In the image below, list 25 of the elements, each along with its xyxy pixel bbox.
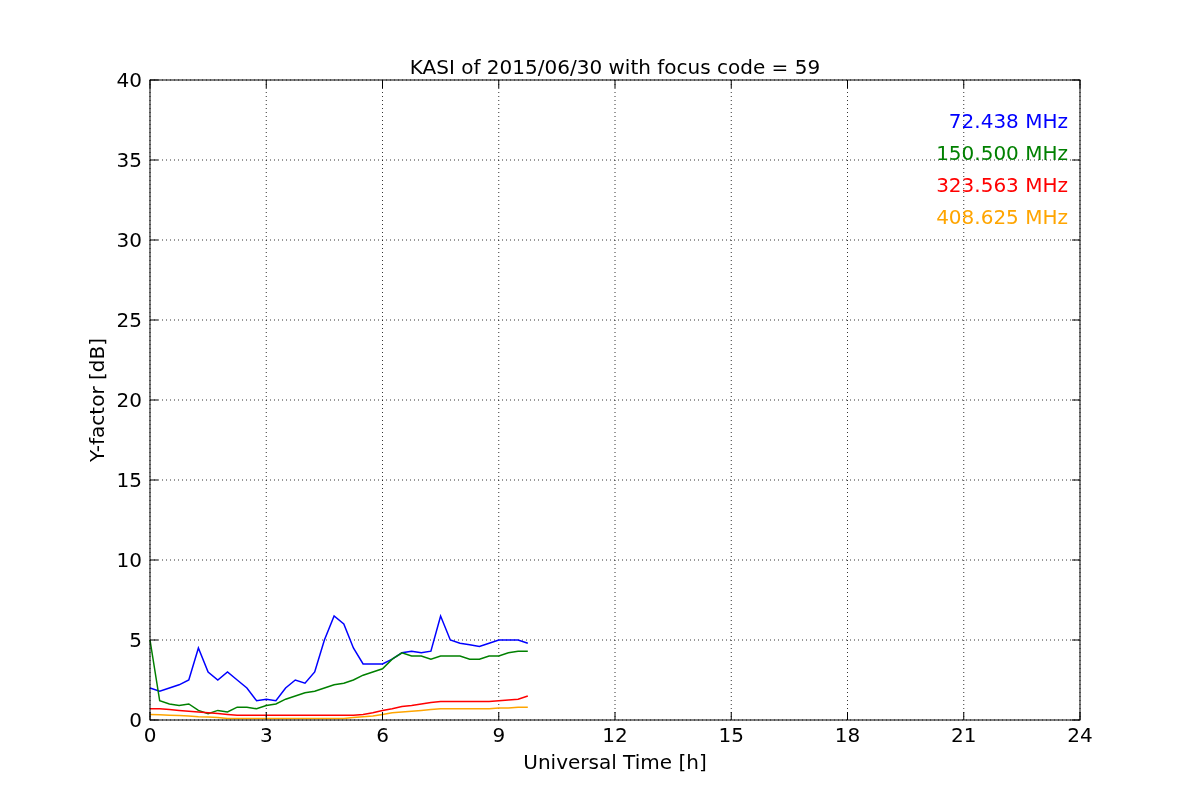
x-tick-label: 24 <box>1067 723 1093 747</box>
y-tick-label: 20 <box>116 388 142 412</box>
x-tick-label: 9 <box>492 723 506 747</box>
legend-label: 408.625 MHz <box>936 205 1068 229</box>
x-tick-label: 12 <box>602 723 628 747</box>
x-tick-label: 0 <box>143 723 157 747</box>
x-tick-label: 18 <box>834 723 861 747</box>
y-tick-label: 35 <box>116 148 142 172</box>
y-axis-label: Y-factor [dB] <box>85 338 109 462</box>
y-tick-label: 10 <box>116 548 142 572</box>
x-tick-label: 15 <box>718 723 744 747</box>
x-axis-label: Universal Time [h] <box>523 750 707 774</box>
y-tick-label: 30 <box>116 228 142 252</box>
y-tick-label: 15 <box>116 468 142 492</box>
chart-title: KASI of 2015/06/30 with focus code = 59 <box>409 55 821 79</box>
legend-label: 150.500 MHz <box>936 141 1068 165</box>
y-tick-label: 40 <box>116 68 142 92</box>
y-tick-label: 5 <box>129 628 142 652</box>
legend-label: 72.438 MHz <box>948 109 1068 133</box>
legend-label: 323.563 MHz <box>936 173 1068 197</box>
x-tick-label: 3 <box>259 723 273 747</box>
y-tick-label: 25 <box>116 308 142 332</box>
y-tick-label: 0 <box>129 708 142 732</box>
x-tick-label: 21 <box>951 723 977 747</box>
x-tick-label: 6 <box>376 723 389 747</box>
